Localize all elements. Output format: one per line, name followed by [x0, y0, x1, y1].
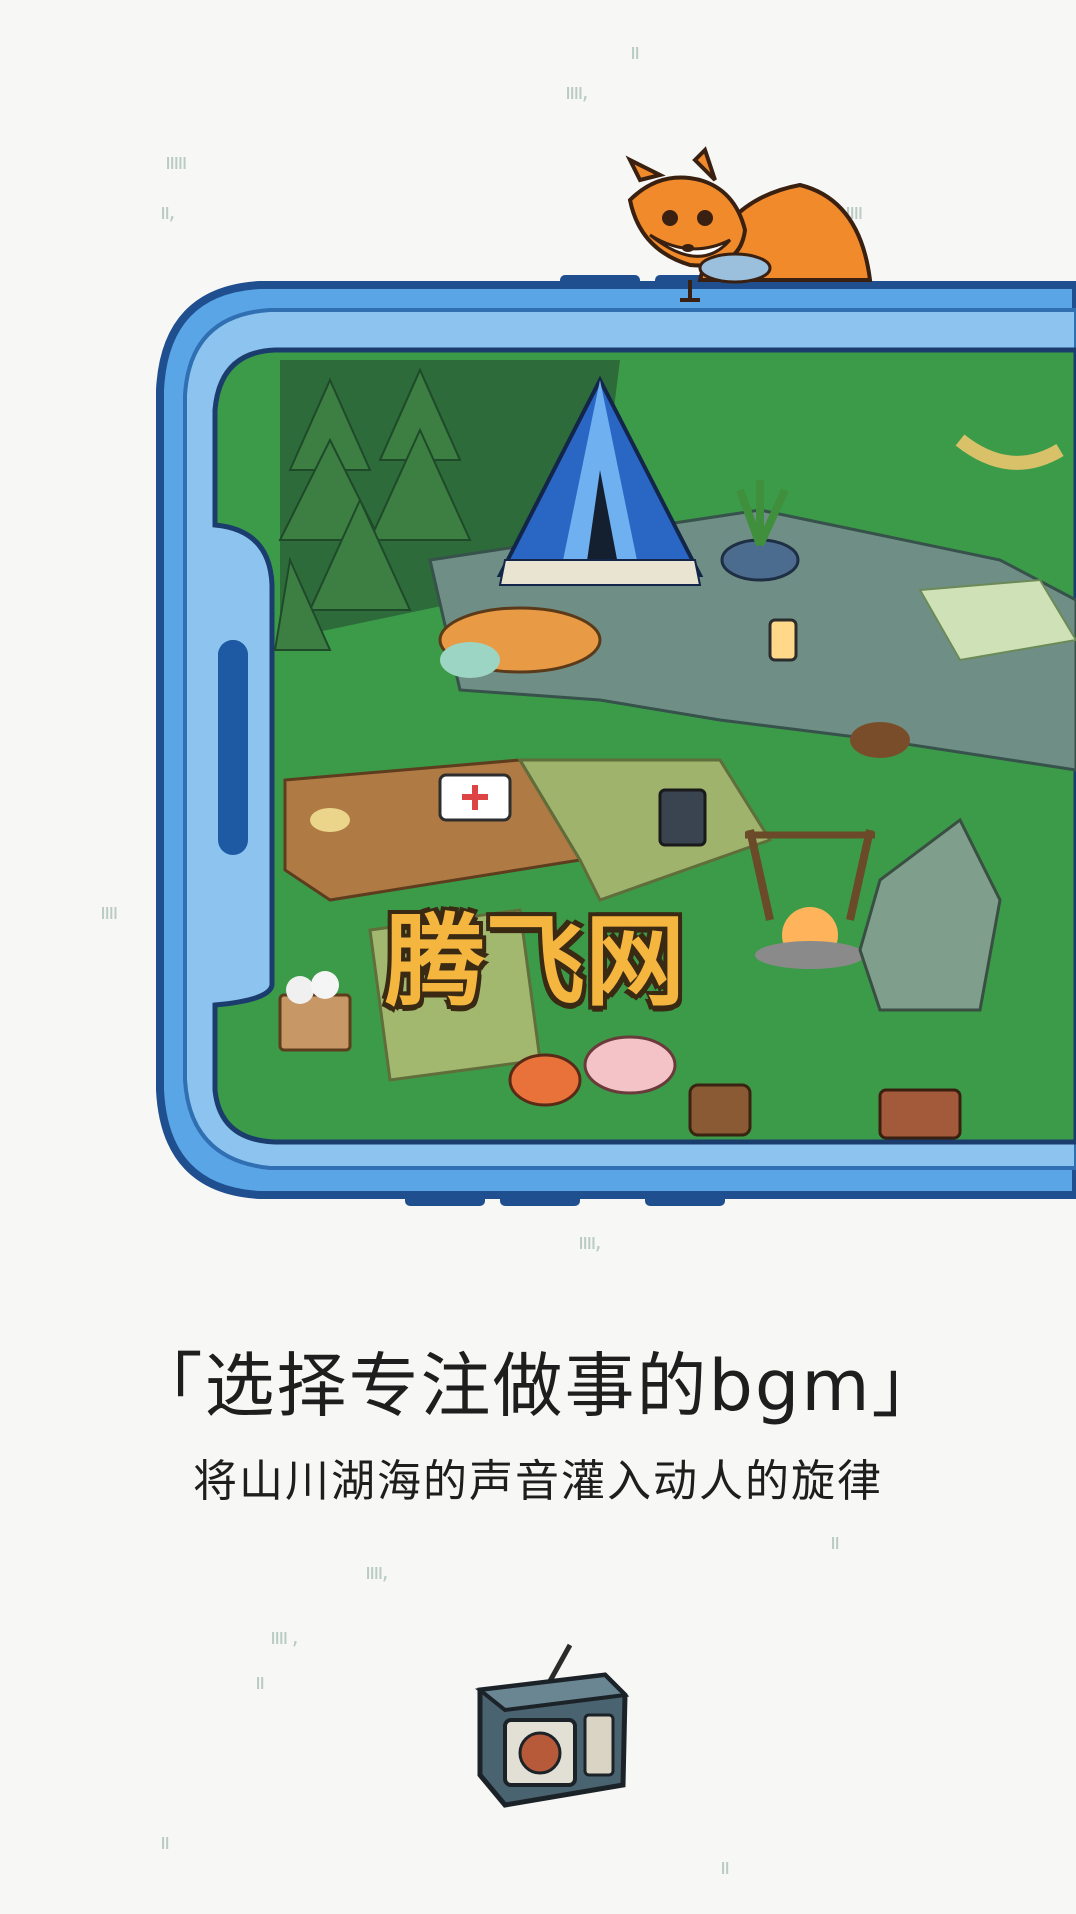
- grass-tuft-icon: ıııı‚: [365, 1560, 388, 1585]
- grass-tuft-icon: ıı: [830, 1530, 840, 1555]
- grass-tuft-icon: ıı: [255, 1670, 265, 1695]
- radio-icon: [475, 1643, 630, 1808]
- grass-tuft-icon: ıı: [160, 1830, 170, 1855]
- watermark-text: 腾飞网: [385, 903, 685, 1020]
- headline: 「选择专注做事的bgm」: [132, 1345, 944, 1427]
- phone-illustration: [156, 146, 1076, 1206]
- grass-tuft-icon: ıı: [720, 1855, 730, 1880]
- grass-tuft-icon: ıııı ‚: [270, 1625, 298, 1650]
- subline: 将山川湖海的声音灌入动人的旋律: [193, 1456, 883, 1507]
